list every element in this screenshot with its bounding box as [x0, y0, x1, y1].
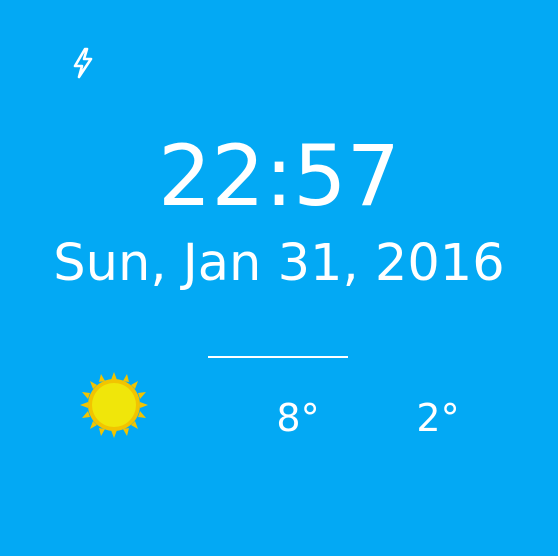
clock-time: 22:57	[157, 127, 401, 225]
divider	[208, 356, 348, 358]
high-temperature: 8°	[276, 396, 320, 440]
sun-icon	[80, 372, 148, 438]
lightning-bolt-icon	[73, 47, 93, 79]
watch-face: 22:57 Sun, Jan 31, 2016 8° 2°	[0, 0, 558, 556]
clock-date: Sun, Jan 31, 2016	[53, 234, 505, 293]
low-temperature: 2°	[416, 396, 460, 440]
